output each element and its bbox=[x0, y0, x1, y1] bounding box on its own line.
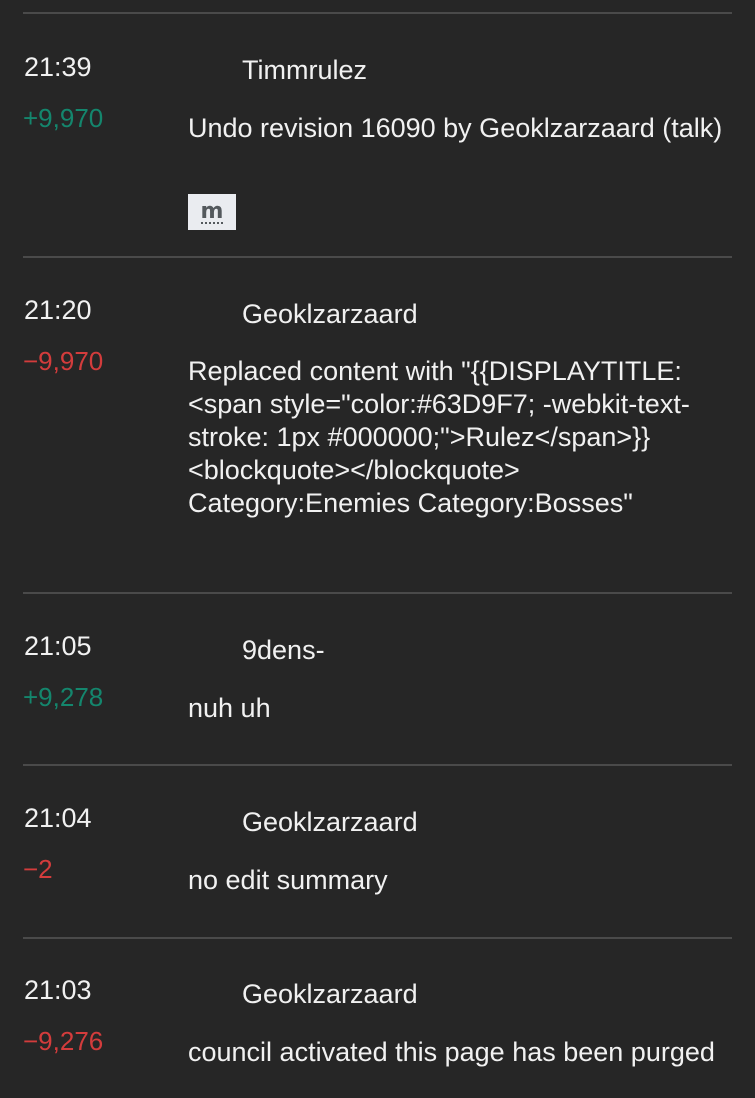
edit-summary: nuh uh bbox=[188, 693, 271, 723]
byte-change: −2 bbox=[23, 854, 53, 884]
revision-time-link[interactable]: 21:03 bbox=[24, 974, 92, 1006]
revision-user-link[interactable]: 9dens- bbox=[242, 634, 325, 666]
revision-user-link[interactable]: Timmrulez bbox=[242, 54, 367, 86]
revision-time-link[interactable]: 21:05 bbox=[24, 630, 92, 662]
minor-edit-badge: m bbox=[188, 194, 236, 230]
divider bbox=[23, 937, 732, 939]
byte-change: −9,970 bbox=[23, 346, 104, 376]
edit-summary: Undo revision 16090 by Geoklzarzaard (ta… bbox=[188, 113, 723, 143]
divider bbox=[23, 12, 732, 14]
revision-user-link[interactable]: Geoklzarzaard bbox=[242, 978, 418, 1010]
edit-summary: Replaced content with "{{DISPLAYTITLE:<s… bbox=[188, 356, 690, 518]
divider bbox=[23, 256, 732, 258]
revision-time-link[interactable]: 21:04 bbox=[24, 802, 92, 834]
revision-user-link[interactable]: Geoklzarzaard bbox=[242, 298, 418, 330]
revision-time-link[interactable]: 21:39 bbox=[24, 51, 92, 83]
divider bbox=[23, 592, 732, 594]
edit-summary: no edit summary bbox=[188, 865, 388, 895]
revision-user-link[interactable]: Geoklzarzaard bbox=[242, 806, 418, 838]
edit-summary: council activated this page has been pur… bbox=[188, 1037, 715, 1067]
minor-edit-label: m bbox=[200, 199, 224, 224]
revision-time-link[interactable]: 21:20 bbox=[24, 294, 92, 326]
byte-change: −9,276 bbox=[23, 1026, 104, 1056]
divider bbox=[23, 764, 732, 766]
byte-change: +9,278 bbox=[23, 682, 104, 712]
byte-change: +9,970 bbox=[23, 103, 104, 133]
